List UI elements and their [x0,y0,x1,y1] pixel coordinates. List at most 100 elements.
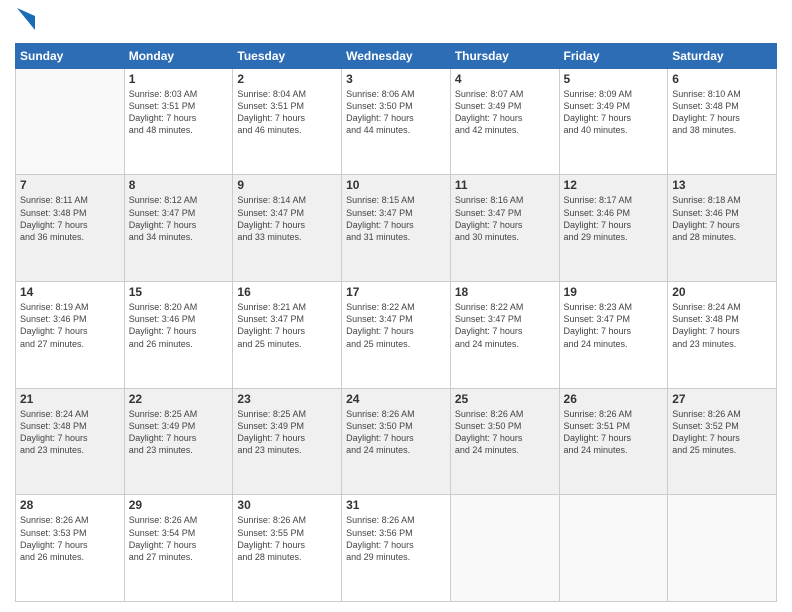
day-number: 18 [455,285,555,299]
day-number: 9 [237,178,337,192]
calendar-cell: 3 Sunrise: 8:06 AM Sunset: 3:50 PM Daylig… [342,68,451,175]
day-number: 4 [455,72,555,86]
calendar-cell [668,495,777,602]
calendar-cell: 30Sunrise: 8:26 AM Sunset: 3:55 PM Dayli… [233,495,342,602]
day-number: 3 [346,72,446,86]
calendar-cell: 5Sunrise: 8:09 AM Sunset: 3:49 PM Daylig… [559,68,668,175]
calendar-cell: 26Sunrise: 8:26 AM Sunset: 3:51 PM Dayli… [559,388,668,495]
day-info: Sunrise: 8:25 AM Sunset: 3:49 PM Dayligh… [237,408,337,457]
header [15,10,777,35]
day-number: 26 [564,392,664,406]
day-info: Sunrise: 8:07 AM Sunset: 3:49 PM Dayligh… [455,88,555,137]
day-info: Sunrise: 8:21 AM Sunset: 3:47 PM Dayligh… [237,301,337,350]
calendar-cell [16,68,125,175]
day-info: Sunrise: 8:22 AM Sunset: 3:47 PM Dayligh… [346,301,446,350]
day-info: Sunrise: 8:24 AM Sunset: 3:48 PM Dayligh… [672,301,772,350]
calendar-cell [559,495,668,602]
calendar-cell: 28 Sunrise: 8:26 AM Sunset: 3:53 PM Dayli… [16,495,125,602]
calendar-cell: 9 Sunrise: 8:14 AM Sunset: 3:47 PM Daylig… [233,175,342,282]
day-number: 13 [672,178,772,192]
day-info: Sunrise: 8:25 AM Sunset: 3:49 PM Dayligh… [129,408,229,457]
calendar-table: SundayMondayTuesdayWednesdayThursdayFrid… [15,43,777,602]
calendar-cell: 8 Sunrise: 8:12 AM Sunset: 3:47 PM Daylig… [124,175,233,282]
week-row-4: 21 Sunrise: 8:24 AM Sunset: 3:48 PM Dayli… [16,388,777,495]
day-info: Sunrise: 8:20 AM Sunset: 3:46 PM Dayligh… [129,301,229,350]
calendar-cell: 15 Sunrise: 8:20 AM Sunset: 3:46 PM Dayli… [124,282,233,389]
day-number: 12 [564,178,664,192]
day-info: Sunrise: 8:03 AM Sunset: 3:51 PM Dayligh… [129,88,229,137]
day-info: Sunrise: 8:26 AM Sunset: 3:52 PM Dayligh… [672,408,772,457]
header-row: SundayMondayTuesdayWednesdayThursdayFrid… [16,43,777,68]
calendar-cell: 16 Sunrise: 8:21 AM Sunset: 3:47 PM Dayli… [233,282,342,389]
calendar-cell: 19 Sunrise: 8:23 AM Sunset: 3:47 PM Dayli… [559,282,668,389]
calendar-cell: 21 Sunrise: 8:24 AM Sunset: 3:48 PM Dayli… [16,388,125,495]
day-number: 11 [455,178,555,192]
day-info: Sunrise: 8:16 AM Sunset: 3:47 PM Dayligh… [455,194,555,243]
day-number: 19 [564,285,664,299]
day-info: Sunrise: 8:24 AM Sunset: 3:48 PM Dayligh… [20,408,120,457]
day-number: 8 [129,178,229,192]
week-row-5: 28 Sunrise: 8:26 AM Sunset: 3:53 PM Dayli… [16,495,777,602]
calendar-cell: 31Sunrise: 8:26 AM Sunset: 3:56 PM Dayli… [342,495,451,602]
day-header-friday: Friday [559,43,668,68]
day-info: Sunrise: 8:22 AM Sunset: 3:47 PM Dayligh… [455,301,555,350]
calendar-cell: 25 Sunrise: 8:26 AM Sunset: 3:50 PM Dayli… [450,388,559,495]
day-number: 28 [20,498,120,512]
day-header-monday: Monday [124,43,233,68]
calendar-cell [450,495,559,602]
day-info: Sunrise: 8:14 AM Sunset: 3:47 PM Dayligh… [237,194,337,243]
day-number: 15 [129,285,229,299]
calendar-cell: 6 Sunrise: 8:10 AM Sunset: 3:48 PM Daylig… [668,68,777,175]
day-number: 21 [20,392,120,406]
calendar-cell: 14 Sunrise: 8:19 AM Sunset: 3:46 PM Dayli… [16,282,125,389]
week-row-3: 14 Sunrise: 8:19 AM Sunset: 3:46 PM Dayli… [16,282,777,389]
day-info: Sunrise: 8:06 AM Sunset: 3:50 PM Dayligh… [346,88,446,137]
day-number: 6 [672,72,772,86]
day-info: Sunrise: 8:26 AM Sunset: 3:53 PM Dayligh… [20,514,120,563]
calendar-cell: 18 Sunrise: 8:22 AM Sunset: 3:47 PM Dayli… [450,282,559,389]
day-info: Sunrise: 8:26 AM Sunset: 3:50 PM Dayligh… [346,408,446,457]
logo-icon [17,8,35,30]
page: SundayMondayTuesdayWednesdayThursdayFrid… [0,0,792,612]
day-info: Sunrise: 8:12 AM Sunset: 3:47 PM Dayligh… [129,194,229,243]
calendar-cell: 23Sunrise: 8:25 AM Sunset: 3:49 PM Dayli… [233,388,342,495]
day-info: Sunrise: 8:19 AM Sunset: 3:46 PM Dayligh… [20,301,120,350]
day-header-thursday: Thursday [450,43,559,68]
day-info: Sunrise: 8:15 AM Sunset: 3:47 PM Dayligh… [346,194,446,243]
day-info: Sunrise: 8:26 AM Sunset: 3:50 PM Dayligh… [455,408,555,457]
calendar-cell: 10 Sunrise: 8:15 AM Sunset: 3:47 PM Dayli… [342,175,451,282]
day-header-saturday: Saturday [668,43,777,68]
day-number: 10 [346,178,446,192]
logo [15,10,35,35]
day-number: 20 [672,285,772,299]
day-info: Sunrise: 8:23 AM Sunset: 3:47 PM Dayligh… [564,301,664,350]
day-number: 27 [672,392,772,406]
calendar-cell: 2Sunrise: 8:04 AM Sunset: 3:51 PM Daylig… [233,68,342,175]
calendar-cell: 24 Sunrise: 8:26 AM Sunset: 3:50 PM Dayli… [342,388,451,495]
day-number: 2 [237,72,337,86]
calendar-cell: 17Sunrise: 8:22 AM Sunset: 3:47 PM Dayli… [342,282,451,389]
calendar-cell: 7Sunrise: 8:11 AM Sunset: 3:48 PM Daylig… [16,175,125,282]
week-row-2: 7Sunrise: 8:11 AM Sunset: 3:48 PM Daylig… [16,175,777,282]
calendar-cell: 29Sunrise: 8:26 AM Sunset: 3:54 PM Dayli… [124,495,233,602]
calendar-cell: 1 Sunrise: 8:03 AM Sunset: 3:51 PM Daylig… [124,68,233,175]
day-number: 5 [564,72,664,86]
day-header-sunday: Sunday [16,43,125,68]
calendar-cell: 4 Sunrise: 8:07 AM Sunset: 3:49 PM Daylig… [450,68,559,175]
day-number: 16 [237,285,337,299]
week-row-1: 1 Sunrise: 8:03 AM Sunset: 3:51 PM Daylig… [16,68,777,175]
day-header-wednesday: Wednesday [342,43,451,68]
day-number: 25 [455,392,555,406]
day-info: Sunrise: 8:26 AM Sunset: 3:54 PM Dayligh… [129,514,229,563]
day-number: 14 [20,285,120,299]
day-number: 31 [346,498,446,512]
calendar-cell: 11 Sunrise: 8:16 AM Sunset: 3:47 PM Dayli… [450,175,559,282]
day-info: Sunrise: 8:11 AM Sunset: 3:48 PM Dayligh… [20,194,120,243]
day-number: 30 [237,498,337,512]
calendar-cell: 13Sunrise: 8:18 AM Sunset: 3:46 PM Dayli… [668,175,777,282]
day-info: Sunrise: 8:10 AM Sunset: 3:48 PM Dayligh… [672,88,772,137]
calendar-cell: 20 Sunrise: 8:24 AM Sunset: 3:48 PM Dayli… [668,282,777,389]
day-number: 24 [346,392,446,406]
day-number: 1 [129,72,229,86]
day-header-tuesday: Tuesday [233,43,342,68]
